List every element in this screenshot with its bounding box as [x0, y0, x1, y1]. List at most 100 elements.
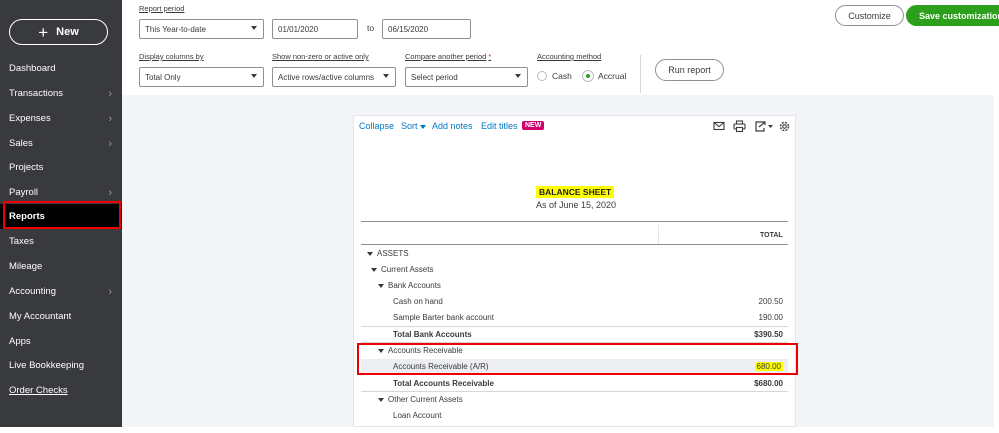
date-to-value: 06/15/2020: [388, 24, 429, 34]
customize-button[interactable]: Customize: [835, 5, 904, 26]
row-cash-on-hand-value[interactable]: 200.50: [759, 297, 783, 306]
show-nonzero-value: Active rows/active columns: [278, 72, 375, 82]
sidebar-item-label: Sales: [9, 138, 33, 149]
chevron-down-icon: [251, 74, 257, 78]
chevron-down-icon: [251, 26, 257, 30]
reports-annotation-box: [3, 201, 121, 229]
collapse-link[interactable]: Collapse: [359, 121, 394, 131]
sidebar-item-label: My Accountant: [9, 311, 72, 322]
display-columns-select[interactable]: Total Only: [139, 67, 264, 87]
sidebar-item-label: Apps: [9, 336, 31, 347]
settings-icon[interactable]: [778, 120, 791, 133]
plus-icon: +: [38, 22, 49, 42]
cash-radio[interactable]: Cash: [537, 71, 572, 81]
sidebar-item-label: Projects: [9, 162, 44, 173]
radio-unchecked-icon: [537, 71, 547, 81]
collapse-caret-icon: [378, 397, 384, 402]
column-separator: [658, 225, 659, 245]
print-icon[interactable]: [733, 120, 746, 133]
row-loan-account-label[interactable]: Loan Account: [393, 411, 441, 420]
date-to-separator: to: [367, 23, 375, 33]
sidebar-item-label: Live Bookkeeping: [9, 360, 84, 371]
sort-label: Sort: [401, 121, 418, 131]
date-from-input[interactable]: 01/01/2020: [272, 19, 358, 39]
sidebar-item-my-accountant[interactable]: My Accountant: [0, 304, 122, 329]
sidebar-item-sales[interactable]: Sales ›: [0, 131, 122, 156]
radio-checked-icon: [583, 71, 593, 81]
required-marker: *: [488, 52, 492, 61]
chevron-down-icon: [383, 74, 389, 78]
new-button[interactable]: + New: [9, 19, 108, 45]
header-bottom-rule: [361, 244, 788, 245]
compare-period-label-text: Compare another period: [405, 52, 487, 61]
row-label: Bank Accounts: [388, 281, 441, 290]
collapse-caret-icon: [367, 251, 373, 256]
sidebar-item-taxes[interactable]: Taxes: [0, 229, 122, 254]
accrual-radio[interactable]: Accrual: [583, 71, 626, 81]
row-sample-barter-value[interactable]: 190.00: [759, 313, 783, 322]
sidebar-item-dashboard[interactable]: Dashboard: [0, 56, 122, 81]
sidebar-item-label: Order Checks: [9, 385, 68, 396]
chevron-right-icon: ›: [108, 137, 112, 150]
report-period-label: Report period: [139, 4, 185, 13]
sidebar-item-accounting[interactable]: Accounting ›: [0, 279, 122, 304]
sidebar-item-label: Expenses: [9, 113, 51, 124]
row-cash-on-hand-label[interactable]: Cash on hand: [393, 297, 443, 306]
edit-titles-link[interactable]: Edit titles: [481, 121, 518, 131]
sidebar-item-label: Dashboard: [9, 63, 56, 74]
sidebar-item-label: Mileage: [9, 261, 43, 272]
chevron-down-icon: [515, 74, 521, 78]
total-column-header: TOTAL: [760, 232, 783, 239]
sort-dropdown[interactable]: Sort: [401, 121, 427, 131]
row-divider: [361, 326, 788, 327]
sidebar-item-apps[interactable]: Apps: [0, 329, 122, 354]
row-total-ar-label: Total Accounts Receivable: [393, 379, 494, 388]
add-notes-link[interactable]: Add notes: [432, 121, 473, 131]
sidebar-item-mileage[interactable]: Mileage: [0, 254, 122, 279]
export-icon[interactable]: [754, 120, 774, 133]
date-from-value: 01/01/2020: [278, 24, 319, 34]
date-to-input[interactable]: 06/15/2020: [382, 19, 471, 39]
collapse-caret-icon: [378, 283, 384, 288]
run-report-button[interactable]: Run report: [655, 59, 724, 81]
row-sample-barter-label[interactable]: Sample Barter bank account: [393, 313, 494, 322]
row-total-ar-value[interactable]: $680.00: [754, 379, 783, 388]
row-total-bank-value[interactable]: $390.50: [754, 330, 783, 339]
collapse-caret-icon: [371, 267, 377, 272]
sidebar-item-label: Taxes: [9, 236, 34, 247]
sidebar-item-live-bookkeeping[interactable]: Live Bookkeeping: [0, 353, 122, 378]
row-label: Current Assets: [381, 265, 434, 274]
report-title: BALANCE SHEET: [536, 186, 615, 198]
section-other-current-assets[interactable]: Other Current Assets: [378, 395, 463, 404]
sidebar-item-label: Accounting: [9, 286, 57, 297]
section-assets[interactable]: ASSETS: [367, 249, 409, 258]
chevron-right-icon: ›: [108, 87, 112, 100]
chevron-right-icon: ›: [108, 112, 112, 125]
new-button-label: New: [56, 26, 79, 38]
compare-period-value: Select period: [411, 72, 458, 82]
cash-radio-label: Cash: [552, 71, 572, 81]
section-current-assets[interactable]: Current Assets: [371, 265, 433, 274]
display-columns-label: Display columns by: [139, 52, 204, 61]
show-nonzero-select[interactable]: Active rows/active columns: [272, 67, 396, 87]
sidebar-item-label: Payroll: [9, 187, 39, 198]
compare-period-select[interactable]: Select period: [405, 67, 528, 87]
report-subtitle: As of June 15, 2020: [536, 200, 617, 210]
sidebar-item-expenses[interactable]: Expenses ›: [0, 106, 122, 131]
sidebar-item-transactions[interactable]: Transactions ›: [0, 81, 122, 106]
report-period-value: This Year-to-date: [145, 24, 206, 34]
row-divider: [361, 391, 788, 392]
accrual-radio-label: Accrual: [598, 71, 627, 81]
sidebar-item-order-checks[interactable]: Order Checks: [0, 378, 122, 403]
display-columns-value: Total Only: [145, 72, 181, 82]
sidebar-item-projects[interactable]: Projects: [0, 155, 122, 180]
section-bank-accounts[interactable]: Bank Accounts: [378, 281, 441, 290]
save-customization-button[interactable]: Save customization: [906, 5, 999, 26]
row-total-bank-label: Total Bank Accounts: [393, 330, 472, 339]
chevron-right-icon: ›: [108, 285, 112, 298]
compare-period-label: Compare another period *: [405, 52, 491, 61]
report-period-select[interactable]: This Year-to-date: [139, 19, 264, 39]
mail-icon[interactable]: [713, 120, 725, 132]
header-top-rule: [361, 221, 788, 222]
sidebar-item-label: Transactions: [9, 88, 64, 99]
